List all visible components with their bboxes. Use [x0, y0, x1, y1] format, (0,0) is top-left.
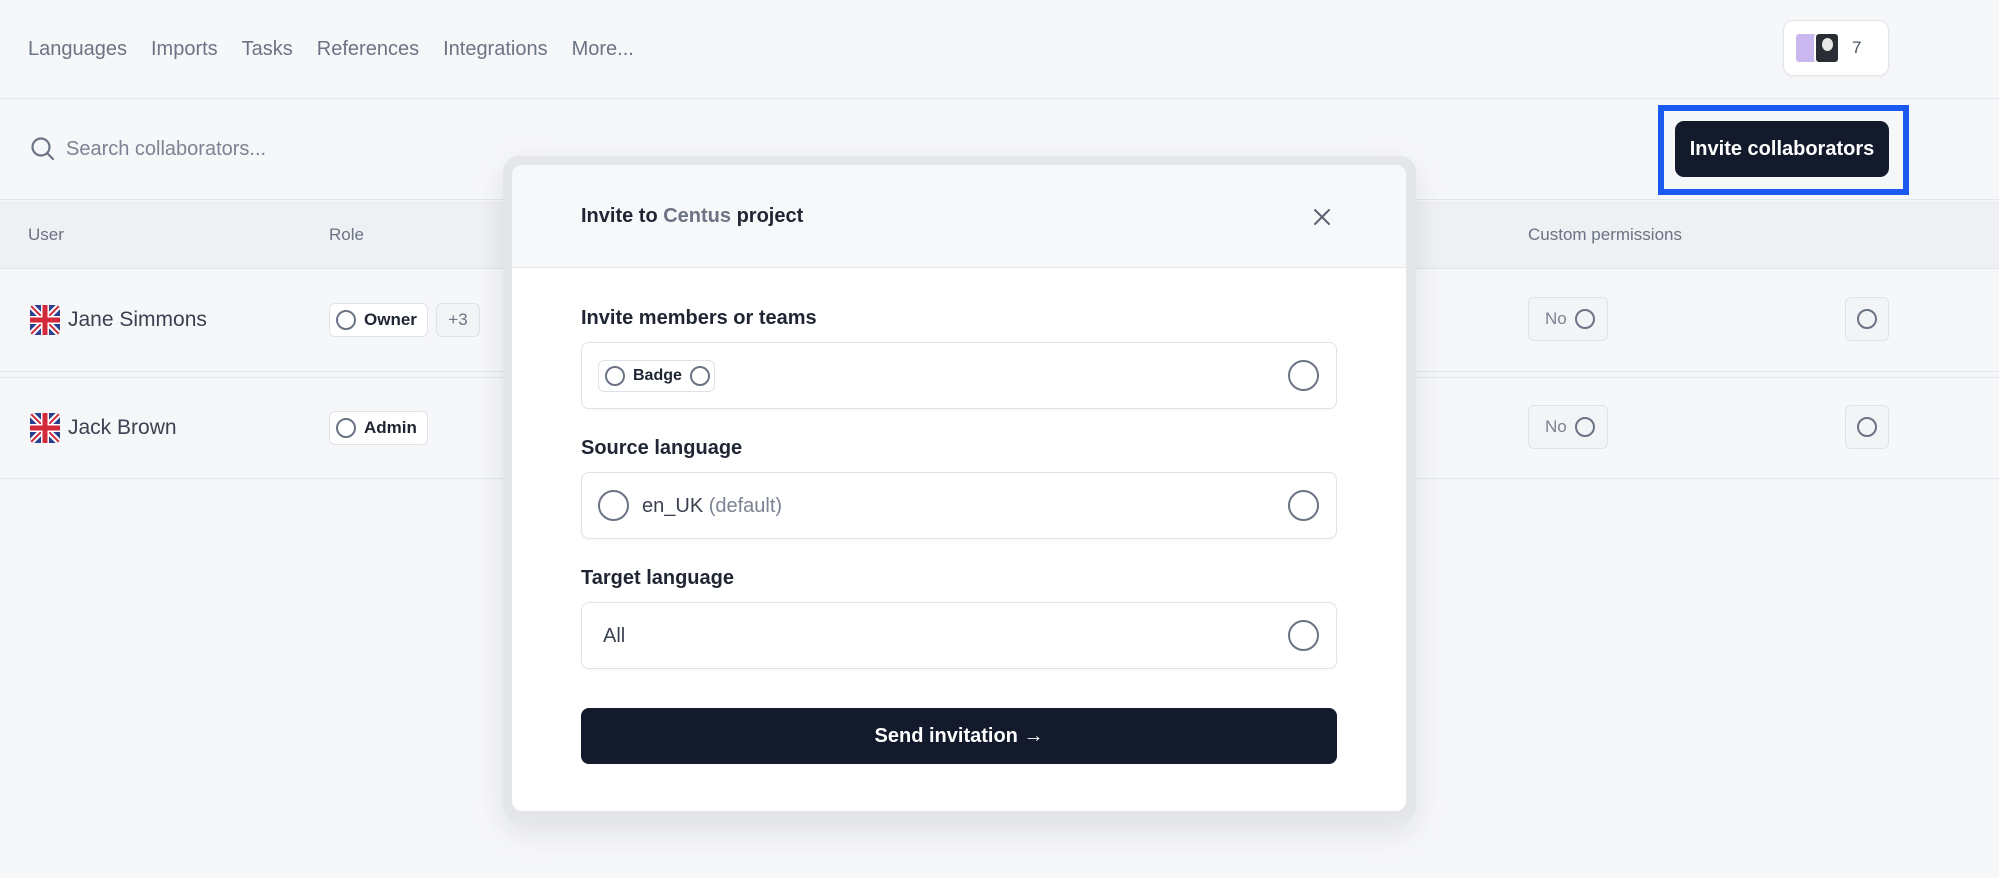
chevron-icon: [1574, 309, 1595, 329]
nav-item-tasks[interactable]: Tasks: [242, 38, 293, 61]
member-chip-label: Badge: [633, 367, 682, 384]
user-name: Jane Simmons: [68, 308, 207, 331]
nav-item-references[interactable]: References: [317, 38, 419, 61]
collaborator-avatars[interactable]: 7: [1783, 20, 1889, 76]
role-icon: [336, 418, 356, 438]
row-actions-button[interactable]: [1845, 405, 1889, 449]
members-label: Invite members or teams: [581, 307, 817, 329]
source-language-label: Source language: [581, 437, 743, 459]
chevron-down-icon[interactable]: [1288, 620, 1319, 651]
chevron-icon: [1574, 417, 1595, 437]
modal-header: Invite to Centus project: [512, 165, 1406, 268]
role-badge[interactable]: Admin: [329, 411, 428, 445]
more-roles-badge[interactable]: +3: [436, 303, 480, 337]
chip-remove-icon[interactable]: [689, 366, 710, 386]
uk-flag-icon: [30, 413, 60, 443]
role-badge[interactable]: Owner: [329, 303, 428, 337]
target-language-label: Target language: [581, 567, 734, 589]
source-language-default: (default): [708, 495, 783, 517]
modal-title: Invite to Centus project: [581, 205, 803, 228]
member-chip[interactable]: Badge: [598, 360, 715, 392]
close-icon[interactable]: [1306, 201, 1338, 233]
modal-title-prefix: Invite to: [581, 205, 664, 227]
custom-permissions-value: No: [1545, 417, 1567, 436]
role-label: Admin: [364, 418, 417, 437]
invite-collaborators-button[interactable]: Invite collaborators: [1675, 121, 1889, 177]
send-invitation-button[interactable]: Send invitation →: [581, 708, 1337, 764]
chevron-down-icon[interactable]: [1288, 490, 1319, 521]
avatar-count: 7: [1852, 38, 1862, 57]
chevron-down-icon[interactable]: [1288, 360, 1319, 391]
role-icon: [336, 310, 356, 330]
uk-flag-icon: [30, 305, 60, 335]
column-header-role: Role: [329, 225, 364, 244]
invite-modal: Invite to Centus project Invite members …: [512, 165, 1406, 811]
source-language-code: en_UK: [642, 495, 704, 517]
column-header-custom-permissions: Custom permissions: [1528, 225, 1682, 244]
avatar: [1814, 32, 1840, 64]
chip-icon: [605, 366, 625, 386]
source-language-select[interactable]: en_UK (default): [581, 472, 1337, 539]
target-language-select[interactable]: All: [581, 602, 1337, 669]
custom-permissions-dropdown[interactable]: No: [1528, 405, 1608, 449]
more-icon: [1857, 309, 1877, 329]
modal-title-suffix: project: [731, 205, 804, 227]
more-icon: [1857, 417, 1877, 437]
nav-item-more[interactable]: More...: [572, 38, 634, 61]
column-header-user: User: [28, 225, 64, 244]
nav-item-languages[interactable]: Languages: [28, 38, 127, 61]
members-select[interactable]: Badge: [581, 342, 1337, 409]
nav-item-imports[interactable]: Imports: [151, 38, 218, 61]
row-actions-button[interactable]: [1845, 297, 1889, 341]
nav-item-integrations[interactable]: Integrations: [443, 38, 548, 61]
language-icon: [598, 490, 629, 521]
search-input[interactable]: [66, 132, 466, 166]
custom-permissions-dropdown[interactable]: No: [1528, 297, 1608, 341]
search-icon: [30, 136, 56, 167]
source-language-value: en_UK (default): [642, 495, 782, 518]
custom-permissions-value: No: [1545, 309, 1567, 328]
project-name: Centus: [663, 205, 732, 227]
target-language-value: All: [603, 625, 626, 647]
user-name: Jack Brown: [68, 416, 177, 439]
role-label: Owner: [364, 310, 417, 329]
top-nav: Languages Imports Tasks References Integ…: [0, 0, 1999, 99]
